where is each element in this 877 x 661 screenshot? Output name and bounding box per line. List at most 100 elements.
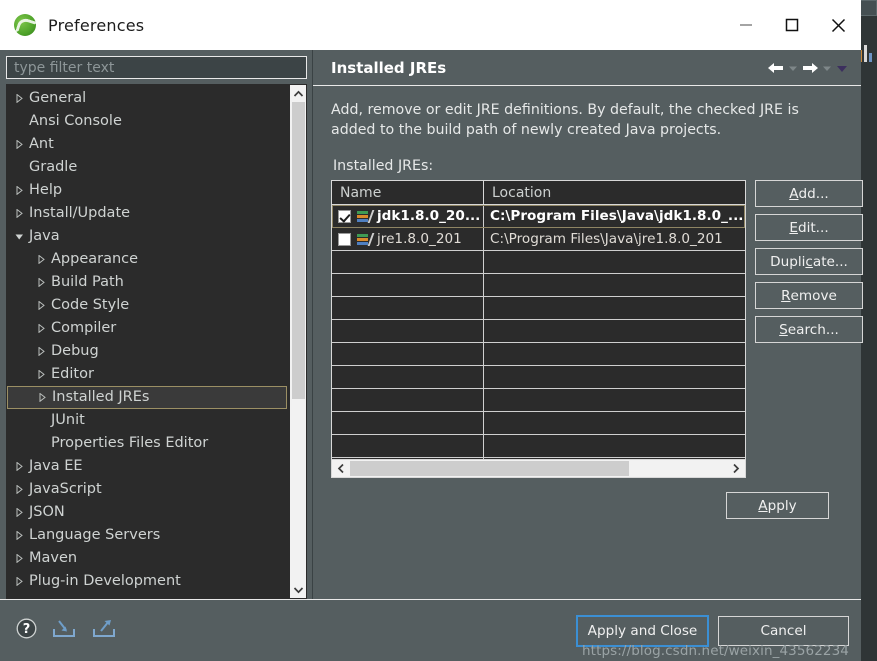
search-button[interactable]: Search... [755,316,863,343]
remove-button[interactable]: Remove [755,282,863,309]
forward-dropdown-chevron-down-icon[interactable] [821,62,833,74]
chevron-right-icon[interactable] [33,370,49,379]
chevron-right-icon[interactable] [11,485,27,494]
table-row-empty[interactable] [332,274,745,297]
sidebar-item-help[interactable]: Help [7,179,289,202]
sidebar-item-java-ee[interactable]: Java EE [7,455,289,478]
jre-location-cell[interactable]: C:\Program Files\Java\jdk1.8.0_... [484,205,745,227]
eclipse-logo-icon [14,14,36,36]
sidebar-item-install-update[interactable]: Install/Update [7,202,289,225]
chevron-right-icon[interactable] [11,508,27,517]
chevron-right-icon[interactable] [33,255,49,264]
chevron-right-icon[interactable] [11,577,27,586]
apply-and-close-button[interactable]: Apply and Close [576,614,709,647]
table-row-empty[interactable] [332,343,745,366]
close-icon[interactable] [815,0,861,50]
jre-checkbox[interactable] [338,232,351,246]
back-arrow-icon[interactable] [767,61,785,75]
apply-button[interactable]: Apply [726,492,829,519]
chevron-right-icon[interactable] [33,301,49,310]
scroll-down-icon[interactable] [290,581,306,598]
table-row-empty[interactable] [332,320,745,343]
forward-arrow-icon[interactable] [801,61,819,75]
sidebar-item-properties-files-editor[interactable]: Properties Files Editor [7,432,289,455]
table-header-row: Name Location [332,181,745,205]
chevron-right-icon[interactable] [11,140,27,149]
chevron-right-icon[interactable] [11,554,27,563]
sidebar-item-language-servers[interactable]: Language Servers [7,524,289,547]
sidebar-item-plug-in-development[interactable]: Plug-in Development [7,570,289,593]
sidebar-item-ansi-console[interactable]: Ansi Console [7,110,289,133]
sidebar-item-build-path[interactable]: Build Path [7,271,289,294]
sidebar-item-maven[interactable]: Maven [7,547,289,570]
scroll-thumb[interactable] [292,102,305,399]
sidebar-item-editor[interactable]: Editor [7,363,289,386]
sidebar-item-javascript[interactable]: JavaScript [7,478,289,501]
table-row-empty[interactable] [332,297,745,320]
table-row[interactable]: jre1.8.0_201 C:\Program Files\Java\jre1.8… [332,228,745,251]
jre-table[interactable]: Name Location jdk1.8.0_20... C:\Program F… [331,180,746,478]
tree-vertical-scrollbar[interactable] [289,85,306,598]
table-row-empty[interactable] [332,389,745,412]
search-input[interactable] [12,58,301,77]
title-bar: Preferences [0,0,861,50]
jre-checkbox[interactable] [338,209,351,223]
empty-location-cell [484,251,745,273]
sidebar-item-ant[interactable]: Ant [7,133,289,156]
add-button[interactable]: Add... [755,180,863,207]
sidebar-item-label: Code Style [51,297,130,314]
chevron-right-icon[interactable] [11,186,27,195]
scroll-up-icon[interactable] [290,85,306,102]
table-row[interactable]: jdk1.8.0_20... C:\Program Files\Java\jdk1… [332,205,745,228]
edit-button[interactable]: Edit... [755,214,863,241]
chevron-right-icon[interactable] [33,324,49,333]
jre-action-buttons: Add... Edit... Dupli c ate... Remove Search... [755,180,863,343]
page-menu-chevron-down-icon[interactable] [835,62,849,74]
jre-name-cell[interactable]: jre1.8.0_201 [332,228,484,250]
jre-name-cell[interactable]: jdk1.8.0_20... [332,205,484,227]
sidebar-item-installed-jres[interactable]: Installed JREs [7,386,287,409]
sidebar-item-java[interactable]: Java [7,225,289,248]
chevron-right-icon[interactable] [33,278,49,287]
chevron-right-icon[interactable] [11,531,27,540]
jre-location-cell[interactable]: C:\Program Files\Java\jre1.8.0_201 [484,228,745,250]
maximize-icon[interactable] [769,0,815,50]
scroll-track[interactable] [290,102,306,581]
column-header-location[interactable]: Location [484,181,745,204]
chevron-right-icon[interactable] [33,347,49,356]
duplicate-button[interactable]: Dupli c ate... [755,248,863,275]
chevron-down-icon[interactable] [11,232,27,241]
table-body[interactable]: jdk1.8.0_20... C:\Program Files\Java\jdk1… [332,205,745,459]
table-row-empty[interactable] [332,412,745,435]
table-horizontal-scrollbar[interactable] [332,459,745,477]
scroll-right-icon[interactable] [727,460,745,477]
sidebar-item-junit[interactable]: JUnit [7,409,289,432]
scroll-left-icon[interactable] [332,460,350,477]
sidebar-item-json[interactable]: JSON [7,501,289,524]
column-header-name[interactable]: Name [332,181,484,204]
chevron-right-icon[interactable] [11,94,27,103]
chevron-right-icon[interactable] [11,462,27,471]
sidebar-item-debug[interactable]: Debug [7,340,289,363]
empty-name-cell [332,297,484,319]
export-icon[interactable] [91,618,117,644]
back-dropdown-chevron-down-icon[interactable] [787,62,799,74]
chevron-right-icon[interactable] [34,393,50,402]
help-icon[interactable]: ? [16,618,37,643]
preferences-tree[interactable]: General Ansi Console Ant Gradle Help Install/… [7,85,289,598]
table-row-empty[interactable] [332,251,745,274]
import-icon[interactable] [51,618,77,644]
filter-box[interactable] [6,56,307,79]
sidebar-item-general[interactable]: General [7,87,289,110]
table-row-empty[interactable] [332,366,745,389]
sidebar-item-appearance[interactable]: Appearance [7,248,289,271]
chevron-right-icon[interactable] [11,209,27,218]
cancel-button[interactable]: Cancel [718,615,849,646]
h-scroll-track[interactable] [350,460,727,477]
table-row-empty[interactable] [332,435,745,458]
h-scroll-thumb[interactable] [350,461,629,476]
sidebar-item-code-style[interactable]: Code Style [7,294,289,317]
sidebar-item-compiler[interactable]: Compiler [7,317,289,340]
sidebar-item-gradle[interactable]: Gradle [7,156,289,179]
minimize-icon[interactable] [723,0,769,50]
